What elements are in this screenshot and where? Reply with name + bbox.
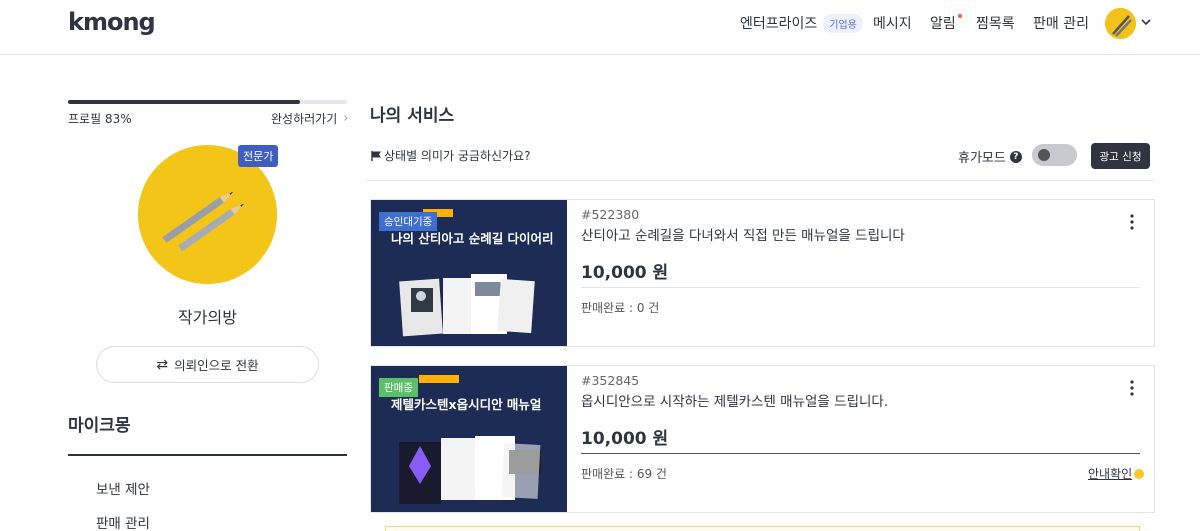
- swap-icon: ⇄: [156, 356, 169, 373]
- service-number: #522380: [581, 207, 640, 222]
- sales-count: 판매완료 : 69 건: [581, 467, 667, 481]
- nav-wishlist[interactable]: 찜목록: [976, 0, 1015, 46]
- notification-dot: [957, 14, 962, 18]
- complete-profile-link[interactable]: 완성하러가기 ›: [271, 110, 348, 127]
- mykmong-title: 마이크몽: [68, 416, 131, 436]
- vacation-mode-label: 휴가모드: [958, 151, 1006, 166]
- enterprise-badge: 기업용: [823, 13, 863, 33]
- nav-enterprise-label: 엔터프라이즈: [740, 16, 818, 32]
- profile-progress-label: 프로필 83%: [68, 112, 132, 126]
- user-avatar[interactable]: [1105, 8, 1136, 39]
- info-check-label: 안내확인: [1088, 467, 1133, 481]
- nav-enterprise[interactable]: 엔터프라이즈 기업용: [740, 0, 863, 46]
- status-badge: 판매중: [379, 378, 418, 397]
- service-thumbnail[interactable]: 제텔카스텐x옵시디안 매뉴얼 판매중: [371, 366, 567, 512]
- service-price: 10,000 원: [581, 429, 669, 449]
- main-divider: [366, 180, 1154, 181]
- more-vertical-icon[interactable]: [1126, 212, 1138, 232]
- profile-progress-fill: [68, 100, 300, 104]
- ad-request-button[interactable]: 광고 신청: [1091, 143, 1150, 169]
- vacation-mode: 휴가모드 ?: [958, 147, 1022, 166]
- vacation-toggle[interactable]: [1032, 144, 1077, 166]
- switch-button-label: 의뢰인으로 전환: [174, 358, 259, 373]
- sidebar-item-sales-manage[interactable]: 판매 관리: [96, 512, 150, 531]
- notice-box: [385, 526, 1140, 531]
- nav-sales-manage[interactable]: 판매 관리: [1033, 0, 1089, 46]
- toggle-knob: [1038, 149, 1050, 161]
- service-card[interactable]: 나의 산티아고 순례길 다이어리 승인대기중 #522380 산티아고 순례길을…: [370, 199, 1155, 347]
- status-help-link[interactable]: 상태별 의미가 궁금하신가요?: [370, 147, 530, 164]
- status-badge: 승인대기중: [379, 212, 438, 231]
- service-title[interactable]: 옵시디안으로 시작하는 제텔카스텐 매뉴얼을 드립니다.: [581, 390, 888, 410]
- nav-alarms[interactable]: 알림: [930, 0, 962, 46]
- sidebar-item-sent-offers[interactable]: 보낸 제안: [96, 478, 150, 498]
- top-header: kmong 엔터프라이즈 기업용 메시지 알림 찜목록 판매 관리: [0, 0, 1200, 55]
- switch-to-buyer-button[interactable]: ⇄ 의뢰인으로 전환: [96, 346, 319, 383]
- chevron-right-icon: ›: [343, 111, 349, 126]
- page-title: 나의 서비스: [370, 106, 455, 126]
- info-check-link[interactable]: 안내확인: [1088, 465, 1145, 482]
- chevron-down-icon[interactable]: [1140, 16, 1152, 28]
- profile-progress-bar: [68, 100, 347, 104]
- status-help-label: 상태별 의미가 궁금하신가요?: [384, 149, 531, 163]
- kmong-logo[interactable]: kmong: [68, 8, 156, 36]
- service-thumbnail[interactable]: 나의 산티아고 순례길 다이어리 승인대기중: [371, 200, 567, 346]
- flag-icon: [371, 150, 381, 161]
- pro-badge: 전문가: [238, 145, 279, 167]
- sidebar-divider: [68, 454, 347, 456]
- card-divider: [581, 453, 1140, 454]
- nav-alarms-label: 알림: [930, 16, 956, 32]
- more-vertical-icon[interactable]: [1126, 378, 1138, 398]
- complete-profile-label: 완성하러가기: [271, 112, 338, 126]
- service-card[interactable]: 제텔카스텐x옵시디안 매뉴얼 판매중 #352845 옵시디안으로 시작하는 제…: [370, 365, 1155, 513]
- card-divider: [581, 287, 1140, 288]
- service-title[interactable]: 산티아고 순례길을 다녀와서 직접 만든 매뉴얼을 드립니다: [581, 224, 905, 244]
- seller-name: 작가의방: [178, 308, 237, 327]
- question-icon[interactable]: ?: [1009, 150, 1022, 163]
- info-dot-icon: [1134, 468, 1145, 479]
- nav-messages[interactable]: 메시지: [873, 0, 912, 46]
- service-number: #352845: [581, 373, 640, 388]
- sales-count: 판매완료 : 0 건: [581, 301, 660, 315]
- service-price: 10,000 원: [581, 263, 669, 283]
